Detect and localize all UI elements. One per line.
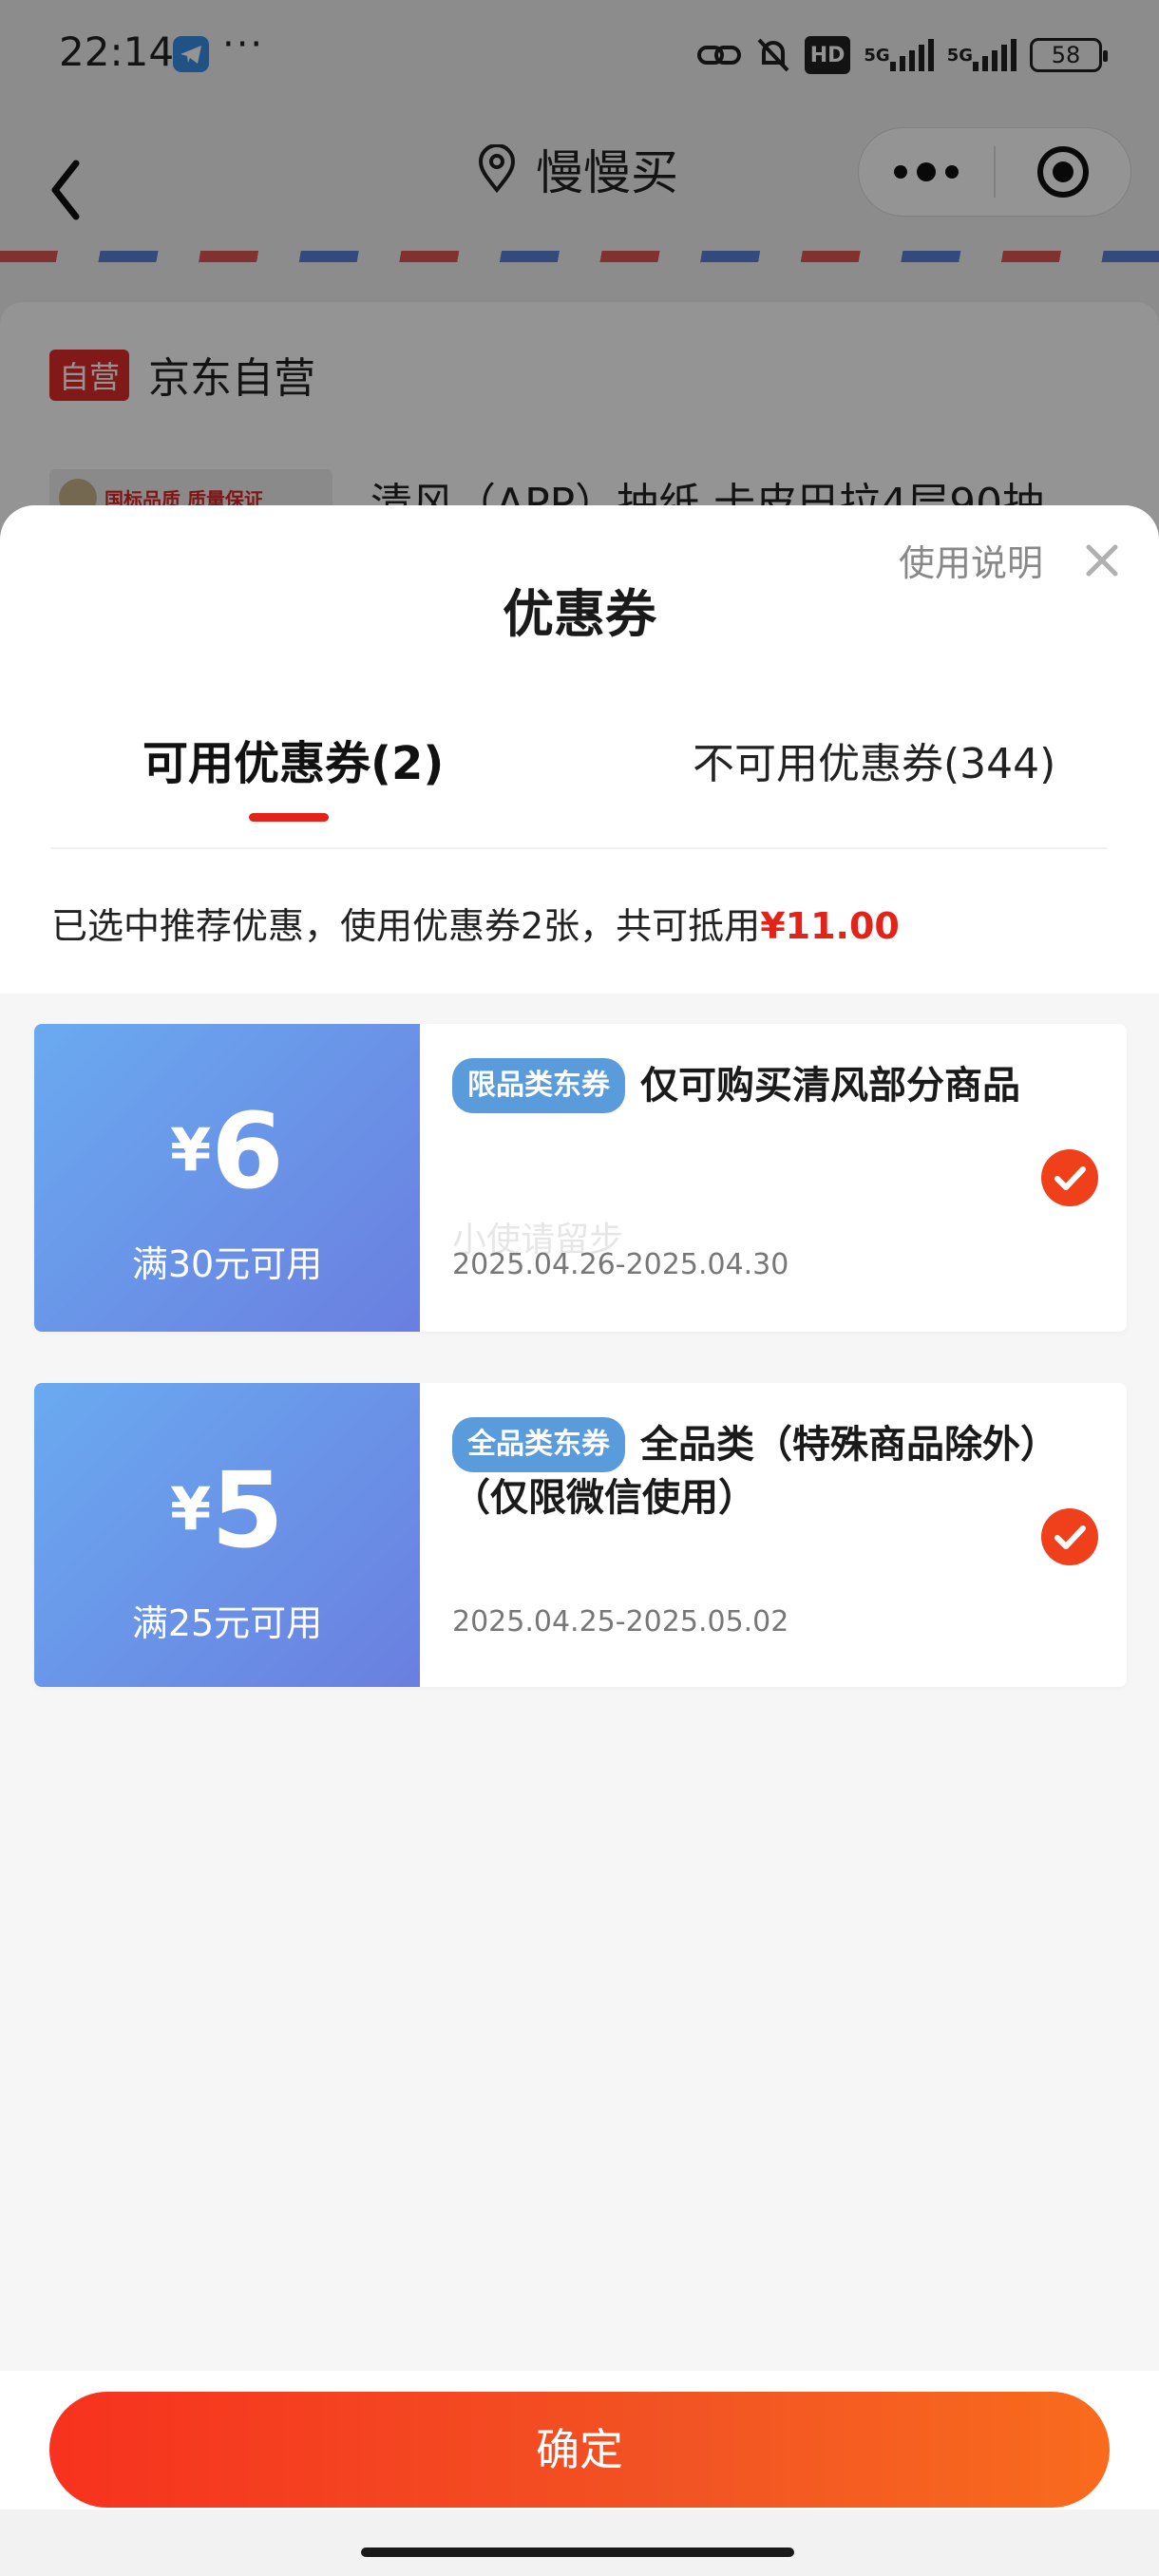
coupon-type-tag: 限品类东券 <box>452 1058 625 1113</box>
checkmark-icon[interactable] <box>1041 1149 1098 1206</box>
coupon-value-panel: ¥5 满25元可用 <box>34 1383 420 1687</box>
coupon-type-tag: 全品类东券 <box>452 1417 625 1472</box>
tab-unavailable[interactable]: 不可用优惠券(344) <box>693 729 1055 790</box>
tab-divider <box>51 847 1108 849</box>
coupon-value-panel: ¥6 满30元可用 <box>34 1024 420 1332</box>
coupon-info: 全品类东券 全品类（特殊商品除外）（仅限微信使用） 2025.04.25-2025… <box>420 1383 1127 1687</box>
coupon-tabs: 可用优惠券(2) 不可用优惠券(344) <box>0 726 1159 849</box>
coupon-condition: 满30元可用 <box>131 1243 323 1285</box>
coupon-validity: 2025.04.25-2025.05.02 <box>452 1605 789 1638</box>
coupon-card[interactable]: ¥6 满30元可用 限品类东券 仅可购买清风部分商品 小使请留步 2025.04.… <box>34 1024 1127 1332</box>
coupon-list: ¥6 满30元可用 限品类东券 仅可购买清风部分商品 小使请留步 2025.04.… <box>0 994 1159 2371</box>
tab-available[interactable]: 可用优惠券(2) <box>142 726 444 792</box>
close-icon[interactable] <box>1081 540 1123 581</box>
selection-summary: 已选中推荐优惠，使用优惠券2张，共可抵用¥11.00 <box>51 897 900 949</box>
coupon-info: 限品类东券 仅可购买清风部分商品 小使请留步 2025.04.26-2025.04… <box>420 1024 1127 1332</box>
summary-amount: ¥11.00 <box>760 905 900 947</box>
coupon-sheet: 优惠券 使用说明 可用优惠券(2) 不可用优惠券(344) 已选中推荐优惠，使用… <box>0 505 1159 2576</box>
dim-overlay[interactable] <box>0 0 1159 532</box>
coupon-validity: 2025.04.26-2025.04.30 <box>452 1248 789 1281</box>
usage-instructions-link[interactable]: 使用说明 <box>899 534 1043 586</box>
coupon-description: 限品类东券 仅可购买清风部分商品 <box>452 1058 1041 1113</box>
checkmark-icon[interactable] <box>1041 1508 1098 1565</box>
confirm-button[interactable]: 确定 <box>49 2392 1110 2508</box>
summary-text: 已选中推荐优惠，使用优惠券2张，共可抵用 <box>51 905 761 947</box>
coupon-amount: ¥6 <box>170 1090 284 1212</box>
active-tab-indicator <box>249 813 329 822</box>
home-indicator[interactable] <box>361 2548 794 2557</box>
coupon-condition: 满25元可用 <box>131 1602 323 1644</box>
coupon-card[interactable]: ¥5 满25元可用 全品类东券 全品类（特殊商品除外）（仅限微信使用） 2025.… <box>34 1383 1127 1687</box>
gesture-bar-area <box>0 2510 1159 2576</box>
coupon-amount: ¥5 <box>170 1449 284 1571</box>
coupon-description: 全品类东券 全品类（特殊商品除外）（仅限微信使用） <box>452 1417 1041 1524</box>
